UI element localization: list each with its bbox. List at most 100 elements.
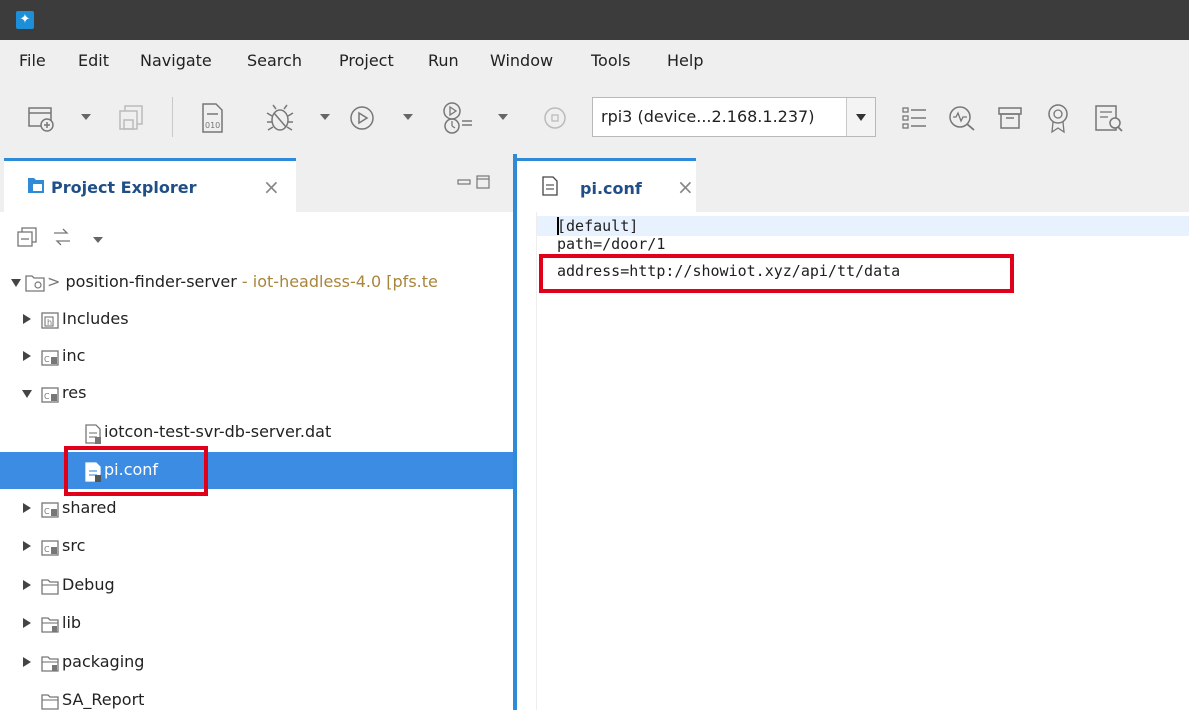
- svg-text:h: h: [47, 318, 52, 327]
- text-file-icon: [541, 175, 559, 201]
- menu-file[interactable]: File: [19, 51, 46, 70]
- menu-project[interactable]: Project: [339, 51, 394, 70]
- includes-icon: h: [40, 310, 60, 334]
- tree-item-packaging[interactable]: packaging: [0, 644, 513, 681]
- editor-tabbar: pi.conf ×: [517, 154, 1189, 212]
- text-caret: [557, 217, 559, 235]
- tree-item-lib[interactable]: lib: [0, 605, 513, 642]
- tree-label: lib: [62, 613, 82, 632]
- svg-text:C: C: [44, 507, 50, 516]
- folder-icon: [40, 653, 60, 677]
- svg-text:C: C: [44, 392, 50, 401]
- folder-icon: [40, 576, 60, 600]
- editor-tab-title: pi.conf: [580, 179, 642, 198]
- explorer-view-toolbar: [0, 212, 513, 260]
- project-prefix: >: [47, 272, 66, 291]
- tree-label: shared: [62, 498, 117, 517]
- tree-label: src: [62, 536, 86, 555]
- menu-navigate[interactable]: Navigate: [140, 51, 212, 70]
- certificate-icon[interactable]: [1041, 101, 1075, 135]
- expand-right-icon[interactable]: [23, 618, 31, 628]
- tree-item-inc[interactable]: C inc: [0, 338, 513, 375]
- project-explorer-title: Project Explorer: [51, 178, 197, 197]
- run-config-dropdown-arrow-icon[interactable]: [498, 114, 508, 120]
- tree-project-root[interactable]: > position-finder-server - iot-headless-…: [0, 264, 513, 301]
- search-log-icon[interactable]: [1089, 101, 1129, 135]
- project-decoration: - iot-headless-4.0 [pfs.te: [236, 272, 438, 291]
- expand-right-icon[interactable]: [23, 541, 31, 551]
- tree-label: Debug: [62, 575, 115, 594]
- tree-label: res: [62, 383, 87, 402]
- svg-text:010: 010: [205, 121, 220, 130]
- expand-right-icon[interactable]: [23, 351, 31, 361]
- debug-dropdown-arrow-icon[interactable]: [320, 114, 330, 120]
- expand-down-icon[interactable]: [11, 279, 21, 287]
- tree-item-sa-report[interactable]: SA_Report: [0, 682, 513, 719]
- menu-window[interactable]: Window: [490, 51, 553, 70]
- debug-bug-icon[interactable]: [262, 101, 298, 135]
- target-device-value: rpi3 (device...2.168.1.237): [601, 107, 815, 126]
- expand-right-icon[interactable]: [23, 314, 31, 324]
- run-icon[interactable]: [345, 101, 379, 135]
- folder-icon: [40, 614, 60, 638]
- tree-item-src[interactable]: C src: [0, 528, 513, 565]
- expand-right-icon[interactable]: [23, 503, 31, 513]
- editor-ruler: [517, 212, 537, 710]
- expand-down-icon[interactable]: [22, 390, 32, 398]
- menu-edit[interactable]: Edit: [78, 51, 109, 70]
- menu-run[interactable]: Run: [428, 51, 459, 70]
- menu-help[interactable]: Help: [667, 51, 703, 70]
- new-dropdown-arrow-icon[interactable]: [81, 114, 91, 120]
- menu-search[interactable]: Search: [247, 51, 302, 70]
- target-device-select[interactable]: rpi3 (device...2.168.1.237): [592, 97, 876, 137]
- code-line-2[interactable]: path=/door/1: [557, 235, 665, 253]
- expand-right-icon[interactable]: [23, 580, 31, 590]
- title-bar: ✦: [0, 0, 1189, 40]
- editor-panel: pi.conf × [default] path=/door/1 address…: [517, 154, 1189, 710]
- monitor-icon[interactable]: [945, 101, 979, 135]
- tab-pi-conf[interactable]: pi.conf ×: [517, 158, 696, 212]
- tree-label: Includes: [62, 309, 129, 328]
- stop-icon[interactable]: [538, 101, 572, 135]
- package-manager-icon[interactable]: [993, 101, 1027, 135]
- folder-icon: [40, 691, 60, 715]
- tab-project-explorer[interactable]: Project Explorer ×: [4, 158, 296, 212]
- source-folder-icon: C: [40, 537, 60, 561]
- tree-item-res[interactable]: C res: [0, 375, 513, 412]
- collapse-all-icon[interactable]: [16, 226, 38, 252]
- view-menu-arrow-icon[interactable]: [93, 237, 103, 243]
- source-folder-icon: C: [40, 347, 60, 371]
- svg-text:C: C: [44, 355, 50, 364]
- project-name: position-finder-server: [65, 272, 237, 291]
- link-with-editor-icon[interactable]: [51, 226, 73, 252]
- maximize-icon[interactable]: [476, 174, 490, 193]
- menu-tools[interactable]: Tools: [591, 51, 630, 70]
- tree-label: SA_Report: [62, 690, 145, 709]
- project-explorer-icon: [27, 175, 45, 199]
- project-icon: [25, 273, 45, 297]
- toolbar-separator: [172, 97, 173, 137]
- tree-label: inc: [62, 346, 86, 365]
- target-device-dropdown-button[interactable]: [846, 98, 875, 136]
- expand-right-icon[interactable]: [23, 657, 31, 667]
- highlight-box-address: [539, 254, 1014, 293]
- svg-text:C: C: [44, 545, 50, 554]
- code-line-1[interactable]: [default]: [557, 217, 638, 235]
- list-view-icon[interactable]: [897, 101, 931, 135]
- minimize-icon[interactable]: [457, 174, 471, 193]
- run-dropdown-arrow-icon[interactable]: [403, 114, 413, 120]
- run-configurations-icon[interactable]: [438, 101, 478, 135]
- close-icon[interactable]: ×: [677, 175, 694, 199]
- tree-label: packaging: [62, 652, 145, 671]
- tree-item-debug[interactable]: Debug: [0, 567, 513, 604]
- source-folder-icon: C: [40, 384, 60, 408]
- new-project-icon[interactable]: [24, 101, 58, 135]
- source-folder-icon: C: [40, 499, 60, 523]
- tree-item-includes[interactable]: h Includes: [0, 301, 513, 338]
- project-explorer-tabbar: Project Explorer ×: [0, 154, 513, 213]
- binary-file-icon[interactable]: 010: [195, 101, 229, 135]
- project-explorer-panel: Project Explorer × > position-finder-ser…: [0, 154, 513, 710]
- menu-bar: File Edit Navigate Search Project Run Wi…: [0, 40, 1189, 81]
- close-icon[interactable]: ×: [263, 175, 280, 199]
- save-all-icon[interactable]: [114, 101, 148, 135]
